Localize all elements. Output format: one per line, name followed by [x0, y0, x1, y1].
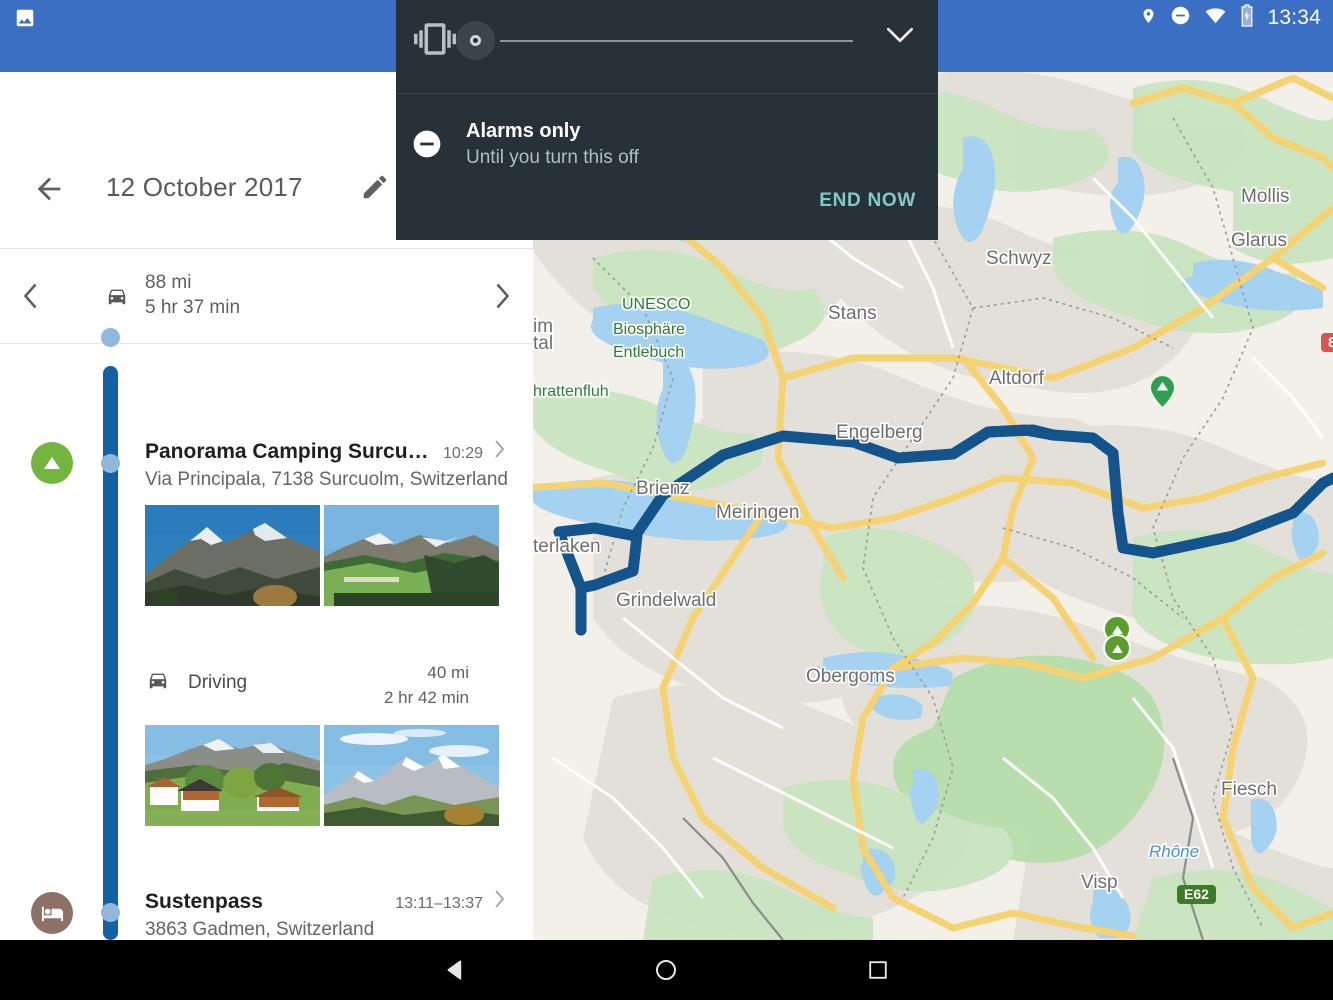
travel-stats: 40 mi 2 hr 42 min [384, 660, 469, 710]
day-summary-strip: 88 mi 5 hr 37 min [0, 249, 533, 344]
timeline-dot-1 [101, 328, 120, 347]
map-label: Visp [1081, 872, 1118, 893]
pencil-edit-icon[interactable] [360, 172, 390, 202]
map-label: Obergoms [806, 666, 895, 687]
lodging-bed-icon[interactable] [31, 892, 73, 934]
green-valley-photo[interactable] [324, 505, 499, 606]
photos-icon [14, 7, 36, 34]
volume-slider-row[interactable] [396, 0, 938, 93]
entry-photo-strip-1[interactable] [145, 505, 499, 606]
road-shield: 8 [1321, 333, 1333, 352]
timeline-list[interactable]: Panorama Camping Surcuol… 10:29 Via Prin… [0, 328, 533, 940]
travel-distance: 40 mi [427, 663, 469, 682]
map-label: Grindelwald [616, 590, 717, 611]
entry-time: 13:11–13:37 [395, 895, 483, 912]
mountain-range-photo[interactable] [145, 505, 320, 606]
timeline-entry-header-1[interactable]: Panorama Camping Surcuol… 10:29 [145, 440, 505, 464]
back-button[interactable] [440, 954, 472, 986]
timeline-dot-3 [101, 903, 120, 922]
do-not-disturb-icon[interactable] [411, 128, 443, 165]
map-label: UNESCO [622, 296, 691, 313]
map-label: Fiesch [1221, 779, 1277, 800]
map-label: Stans [828, 303, 877, 324]
map-label: Brienz [636, 478, 690, 499]
end-now-button[interactable]: END NOW [819, 190, 916, 212]
map-label: Altdorf [989, 368, 1044, 389]
timeline-entry-header-2[interactable]: Sustenpass 13:11–13:37 [145, 890, 505, 914]
chevron-right-icon[interactable] [495, 283, 510, 314]
map-label: hrattenfluh [533, 383, 609, 400]
hrattenfluh-pin[interactable] [1151, 376, 1174, 407]
camp-marker-start-b[interactable] [1103, 634, 1131, 662]
chevron-right-icon[interactable] [494, 440, 505, 463]
car-icon [104, 285, 130, 312]
status-bar-clock: 13:34 [1267, 6, 1321, 29]
road-shield: E62 [1177, 885, 1216, 904]
entry-name: Panorama Camping Surcuol… [145, 440, 435, 463]
notification-shade[interactable]: Alarms only Until you turn this off END … [396, 0, 938, 240]
entry-name: Sustenpass [145, 890, 263, 913]
map-label: terlaken [533, 536, 601, 557]
timeline-rail [103, 366, 118, 940]
dnd-title: Alarms only [466, 120, 581, 142]
travel-duration: 2 hr 42 min [383, 688, 469, 707]
chevron-right-icon[interactable] [494, 890, 505, 913]
vibration-icon[interactable] [414, 18, 456, 65]
do-not-disturb-icon [1170, 5, 1191, 31]
volume-slider-track[interactable] [500, 40, 853, 42]
map-label: Glarus [1231, 230, 1287, 251]
map-label: Mollis [1241, 186, 1290, 207]
car-icon [145, 669, 171, 696]
chevron-left-icon[interactable] [23, 283, 38, 314]
map-label: Entlebuch [613, 344, 685, 361]
map-label: Engelberg [836, 422, 923, 443]
chalets-village-photo[interactable] [145, 725, 320, 826]
status-bar-left-icons [14, 7, 36, 34]
timeline-dot-2 [101, 454, 120, 473]
day-summary-text: 88 mi 5 hr 37 min [145, 270, 240, 320]
arrow-back-icon[interactable] [32, 172, 66, 206]
navigation-bar [0, 940, 1333, 1000]
map-label: Schwyz [986, 248, 1052, 269]
travel-mode: Driving [145, 669, 247, 696]
location-icon [1140, 5, 1157, 32]
summary-distance: 88 mi [145, 272, 192, 293]
map-label: Rhône [1149, 842, 1200, 861]
map-label: Meiringen [716, 502, 800, 523]
snowy-peaks-photo[interactable] [324, 725, 499, 826]
summary-duration: 5 hr 37 min [145, 297, 241, 318]
travel-mode-label: Driving [188, 671, 248, 693]
dnd-subtitle: Until you turn this off [466, 147, 639, 168]
wifi-icon [1204, 7, 1227, 30]
camping-icon[interactable] [31, 442, 73, 484]
android-screen: ugStansSchwyzMollisGlarusGlarner AlpenAl… [0, 0, 1333, 1000]
recents-button[interactable] [862, 954, 894, 986]
home-button[interactable] [650, 954, 682, 986]
status-bar-right-icons: 13:34 [1140, 2, 1321, 34]
volume-slider-thumb[interactable] [470, 35, 481, 46]
map-label: tal [533, 333, 554, 354]
entry-photo-strip-mid[interactable] [145, 725, 499, 826]
page-title: 12 October 2017 [106, 172, 303, 202]
entry-address: 3863 Gadmen, Switzerland [145, 919, 375, 940]
map-label: Biosphäre [613, 321, 686, 338]
chevron-down-icon[interactable] [886, 26, 914, 49]
entry-time: 10:29 [442, 445, 483, 462]
battery-charging-icon [1240, 4, 1254, 32]
shade-divider [396, 93, 938, 94]
entry-address: Via Principala, 7138 Surcuolm, Switzerla… [145, 469, 508, 490]
